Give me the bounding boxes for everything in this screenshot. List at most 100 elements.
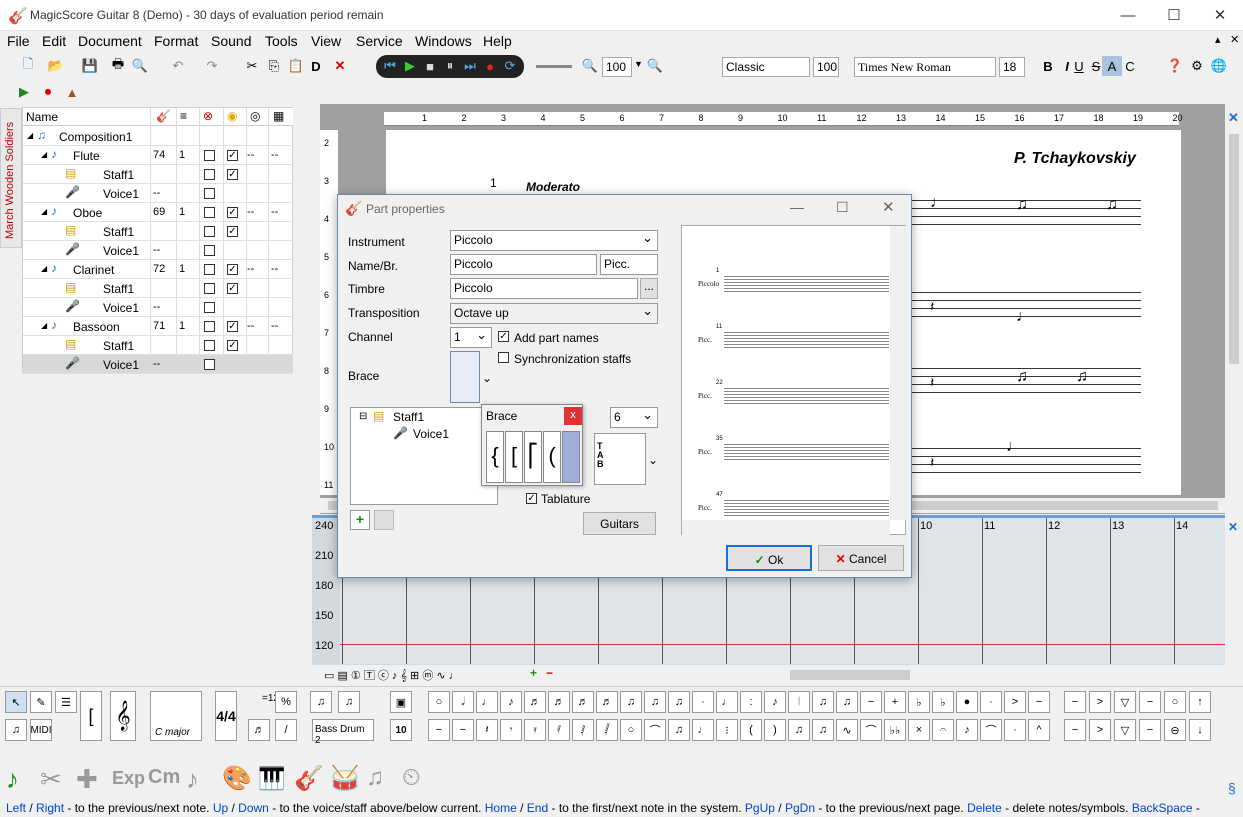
note-symbol-icon[interactable]: 𝅗𝅥: [452, 691, 474, 713]
mute-checkbox[interactable]: [204, 302, 215, 313]
note-symbol-icon[interactable]: 𝄐: [932, 719, 954, 741]
tree-row[interactable]: ◢ ♪ Bassoon 71 1 ✓ -- --: [23, 317, 293, 336]
dialog-maximize-button[interactable]: ☐: [836, 199, 849, 216]
preview-hscroll[interactable]: [682, 520, 890, 535]
visible-checkbox[interactable]: ✓: [227, 283, 238, 294]
note-symbol-icon[interactable]: ): [764, 719, 786, 741]
menu-windows[interactable]: Windows: [415, 33, 472, 49]
mute-checkbox[interactable]: [204, 169, 215, 180]
mute-checkbox[interactable]: [204, 207, 215, 218]
bold-button[interactable]: B: [1038, 56, 1058, 76]
tree-row[interactable]: 🎤 Voice1 --: [23, 355, 293, 374]
tree-row[interactable]: 🎤 Voice1 --: [23, 241, 293, 260]
mute-checkbox[interactable]: [204, 245, 215, 256]
note-symbol-icon[interactable]: ⌒: [980, 719, 1002, 741]
tree-staff-item[interactable]: Staff1: [393, 410, 424, 424]
tree-row-program[interactable]: 74: [153, 149, 165, 161]
stop-icon[interactable]: ■: [420, 56, 440, 76]
tree-row-volume[interactable]: --: [247, 320, 254, 332]
globe-icon[interactable]: 🌐: [1209, 56, 1229, 76]
note-symbol-icon[interactable]: ♭: [932, 691, 954, 713]
note-symbol-icon[interactable]: ○: [620, 719, 642, 741]
tree-row[interactable]: ▤ Staff1 ✓: [23, 336, 293, 355]
horizontal-ruler[interactable]: 1 2 3 4 5 6 7 8 9 10 11 12 13 14 15 16 17 18 19 20: [384, 112, 1183, 126]
notes-tab-icon[interactable]: ♪: [6, 764, 19, 795]
add-tab-icon[interactable]: ✚: [76, 764, 98, 795]
mute-checkbox[interactable]: [204, 359, 215, 370]
bracket-brace-icon[interactable]: [: [505, 431, 523, 483]
articulation-icon[interactable]: >: [1089, 691, 1111, 713]
tab-dropdown-icon[interactable]: ⌄: [648, 453, 658, 467]
tree-row-program[interactable]: 69: [153, 206, 165, 218]
tree-row[interactable]: ◢ ♪ Oboe 69 1 ✓ -- --: [23, 203, 293, 222]
style-select[interactable]: Classic: [722, 57, 810, 77]
note-symbol-icon[interactable]: ♬: [524, 691, 546, 713]
time-signature-icon[interactable]: 4/4: [215, 691, 237, 741]
articulation-icon[interactable]: −: [1064, 719, 1086, 741]
articulation-icon[interactable]: ▽: [1114, 691, 1136, 713]
play-from-start-icon[interactable]: ▶: [14, 82, 34, 102]
percent-icon[interactable]: %: [275, 691, 297, 713]
menu-format[interactable]: Format: [154, 33, 198, 49]
drum-note-icon[interactable]: ♫: [310, 691, 332, 713]
note[interactable]: ♫: [1106, 196, 1118, 214]
sync-staffs-checkbox[interactable]: [498, 352, 509, 363]
composer-text[interactable]: P. Tchaykovskiy: [1014, 150, 1136, 168]
note-symbol-icon[interactable]: ∿: [836, 719, 858, 741]
remove-staff-icon[interactable]: [374, 510, 394, 530]
name-input[interactable]: Piccolo: [450, 254, 597, 275]
tree-row-program[interactable]: --: [153, 244, 160, 256]
treble-clef-icon[interactable]: 𝄞: [110, 691, 136, 741]
note-symbol-icon[interactable]: ⁝: [716, 719, 738, 741]
note-symbol-icon[interactable]: ×: [908, 719, 930, 741]
visible-checkbox[interactable]: ✓: [227, 226, 238, 237]
a-button[interactable]: A: [1102, 56, 1122, 76]
brace-select[interactable]: [450, 351, 480, 403]
exp-tab-icon[interactable]: Exp: [112, 768, 145, 789]
short-name-input[interactable]: Picc.: [600, 254, 658, 275]
scroll-thumb[interactable]: [1229, 134, 1239, 364]
roll-scroll-thumb[interactable]: [790, 670, 910, 680]
tree-row[interactable]: ◢ ♪ Flute 74 1 ✓ -- --: [23, 146, 293, 165]
expand-arrow-icon[interactable]: ◢: [41, 264, 47, 273]
note-symbol-icon[interactable]: ♫: [668, 691, 690, 713]
new-file-icon[interactable]: 🗋: [18, 56, 38, 76]
print-preview-icon[interactable]: 🔍: [130, 56, 150, 76]
note[interactable]: ♫: [1016, 196, 1028, 214]
note-symbol-icon[interactable]: ♬: [572, 691, 594, 713]
record-midi-icon[interactable]: ⏺: [38, 82, 58, 102]
note-symbol-icon[interactable]: :: [740, 691, 762, 713]
menu-close-icon[interactable]: ✕: [1230, 33, 1239, 46]
note-symbol-icon[interactable]: ·: [692, 691, 714, 713]
delete-icon[interactable]: ✕: [330, 56, 350, 76]
tree-row[interactable]: ◢ ♫ Composition1: [23, 127, 293, 146]
articulation-icon[interactable]: ↓: [1189, 719, 1211, 741]
note-symbol-icon[interactable]: 𝅁: [572, 719, 594, 741]
brace-dropdown-icon[interactable]: ⌄: [482, 371, 492, 385]
roll-tool-icons[interactable]: ▭ ▤ ① 🅃 ⓒ ♪ 𝄞 ⊞ ⓜ ∿ ♩: [324, 667, 460, 683]
transposition-select[interactable]: Octave up: [450, 303, 658, 324]
tab-clef-icon[interactable]: TAB: [594, 433, 646, 485]
articulation-icon[interactable]: −: [1139, 691, 1161, 713]
rest[interactable]: 𝄽: [930, 374, 934, 391]
visible-checkbox[interactable]: ✓: [227, 321, 238, 332]
font-size-input[interactable]: 18: [999, 57, 1025, 77]
tempo-text[interactable]: Moderato: [526, 180, 580, 194]
note-symbol-icon[interactable]: ○: [428, 691, 450, 713]
note-symbol-icon[interactable]: ⌒: [644, 719, 666, 741]
pause-icon[interactable]: ⏸: [440, 56, 460, 76]
note-symbol-icon[interactable]: ♫: [812, 691, 834, 713]
note-symbol-icon[interactable]: −: [428, 719, 450, 741]
metronome-icon[interactable]: ▲: [62, 82, 82, 102]
score-tab[interactable]: March Wooden Soldiers: [0, 108, 22, 248]
tree-row-pan[interactable]: --: [271, 206, 278, 218]
note-symbol-icon[interactable]: >: [1004, 691, 1026, 713]
tree-row-channel[interactable]: 1: [179, 320, 185, 332]
expand-arrow-icon[interactable]: ◢: [41, 321, 47, 330]
visible-checkbox[interactable]: ✓: [227, 264, 238, 275]
tree-row-channel[interactable]: 1: [179, 206, 185, 218]
curly-brace-icon[interactable]: {: [486, 431, 504, 483]
bars-tab-icon[interactable]: ♫: [366, 764, 384, 792]
note-symbol-icon[interactable]: ♬: [596, 691, 618, 713]
key-signature-box[interactable]: C major: [150, 691, 202, 741]
